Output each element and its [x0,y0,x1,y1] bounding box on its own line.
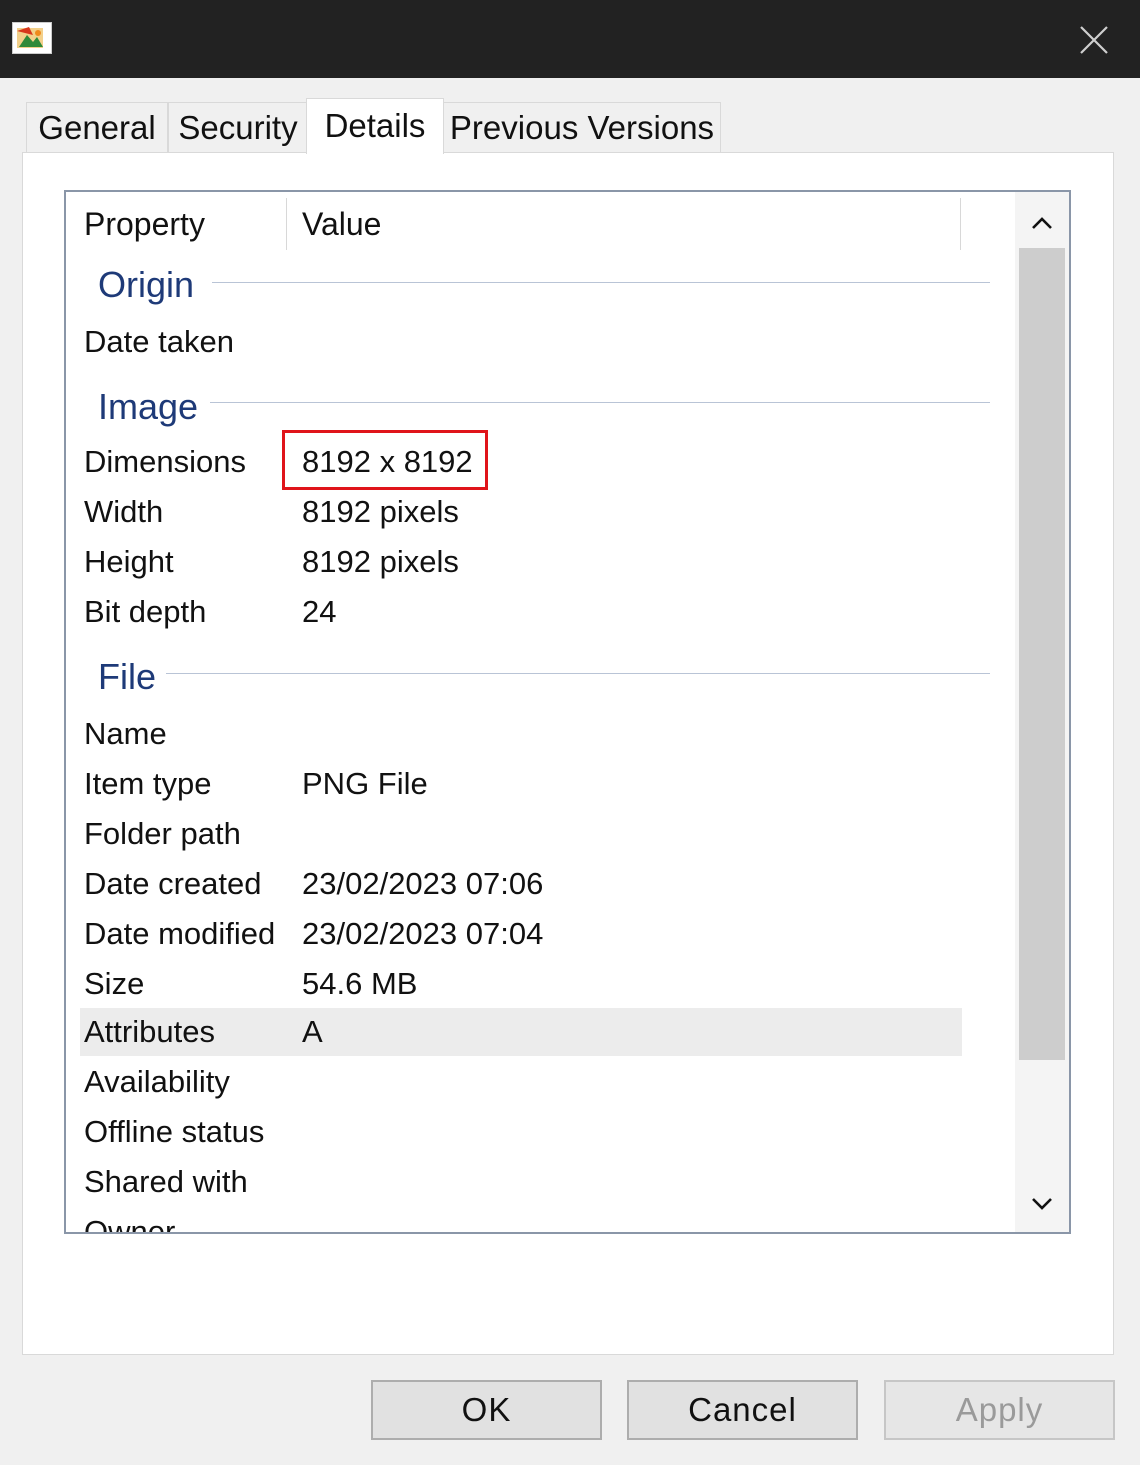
property-name: Height [84,544,174,579]
property-row[interactable]: Dimensions 8192 x 8192 [80,438,962,486]
property-row[interactable]: Availability [80,1058,962,1106]
scrollbar-thumb[interactable] [1019,248,1065,1060]
property-name: Offline status [84,1114,265,1149]
property-name: Item type [84,766,212,801]
title-bar [0,0,1140,78]
column-header-property[interactable]: Property [84,192,205,252]
group-divider [212,282,990,283]
group-divider [166,673,990,674]
property-row[interactable]: Size 54.6 MB [80,960,962,1008]
property-value: 24 [302,594,337,629]
property-name: Date created [84,866,262,901]
tab-general[interactable]: General [26,102,168,152]
property-value: 23/02/2023 07:04 [302,916,544,951]
property-row[interactable]: Owner [80,1208,962,1234]
property-name: Dimensions [84,444,246,479]
property-name: Shared with [84,1164,248,1199]
property-list[interactable]: Property Value Origin Date taken Image D… [64,190,1071,1234]
vertical-scrollbar[interactable] [1015,192,1069,1232]
property-name: Attributes [84,1014,215,1049]
property-value: PNG File [302,766,428,801]
tab-previous-versions[interactable]: Previous Versions [443,102,721,152]
scroll-down-button[interactable] [1015,1177,1069,1231]
property-row[interactable]: Width 8192 pixels [80,488,962,536]
property-name: Date modified [84,916,276,951]
column-header-value[interactable]: Value [302,192,381,252]
property-value: 8192 pixels [302,544,459,579]
property-row[interactable]: Name [80,710,962,758]
property-name: Owner [84,1214,176,1234]
property-row[interactable]: Offline status [80,1108,962,1156]
group-title-image: Image [98,386,199,427]
property-name: Folder path [84,816,241,851]
group-divider [210,402,990,403]
property-row[interactable]: Date taken [80,318,962,366]
close-icon [1080,26,1108,54]
scroll-up-button[interactable] [1015,196,1069,250]
property-row[interactable]: Height 8192 pixels [80,538,962,586]
ok-button[interactable]: OK [371,1380,602,1440]
property-name: Size [84,966,145,1001]
column-separator[interactable] [286,198,287,250]
property-name: Bit depth [84,594,207,629]
property-value: 23/02/2023 07:06 [302,866,544,901]
column-separator[interactable] [960,198,961,250]
property-name: Name [84,716,167,751]
group-title-origin: Origin [98,264,195,305]
tab-details[interactable]: Details [306,98,444,154]
property-row[interactable]: Folder path [80,810,962,858]
cancel-button[interactable]: Cancel [627,1380,858,1440]
chevron-down-icon [1032,1198,1052,1210]
chevron-up-icon [1032,217,1052,229]
property-row[interactable]: Shared with [80,1158,962,1206]
property-name: Availability [84,1064,230,1099]
tab-security[interactable]: Security [168,102,308,152]
dimensions-highlight-box [282,430,488,490]
property-name: Date taken [84,324,234,359]
property-value: 8192 pixels [302,494,459,529]
property-value: 54.6 MB [302,966,418,1001]
image-file-icon [12,22,52,54]
group-title-file: File [98,656,157,697]
apply-button[interactable]: Apply [884,1380,1115,1440]
property-row-selected[interactable]: Attributes A [80,1008,962,1056]
property-value: A [302,1014,323,1049]
property-row[interactable]: Bit depth 24 [80,588,962,636]
close-button[interactable] [1072,18,1116,62]
property-name: Width [84,494,164,529]
property-row[interactable]: Item type PNG File [80,760,962,808]
property-row[interactable]: Date modified 23/02/2023 07:04 [80,910,962,958]
property-row[interactable]: Date created 23/02/2023 07:06 [80,860,962,908]
